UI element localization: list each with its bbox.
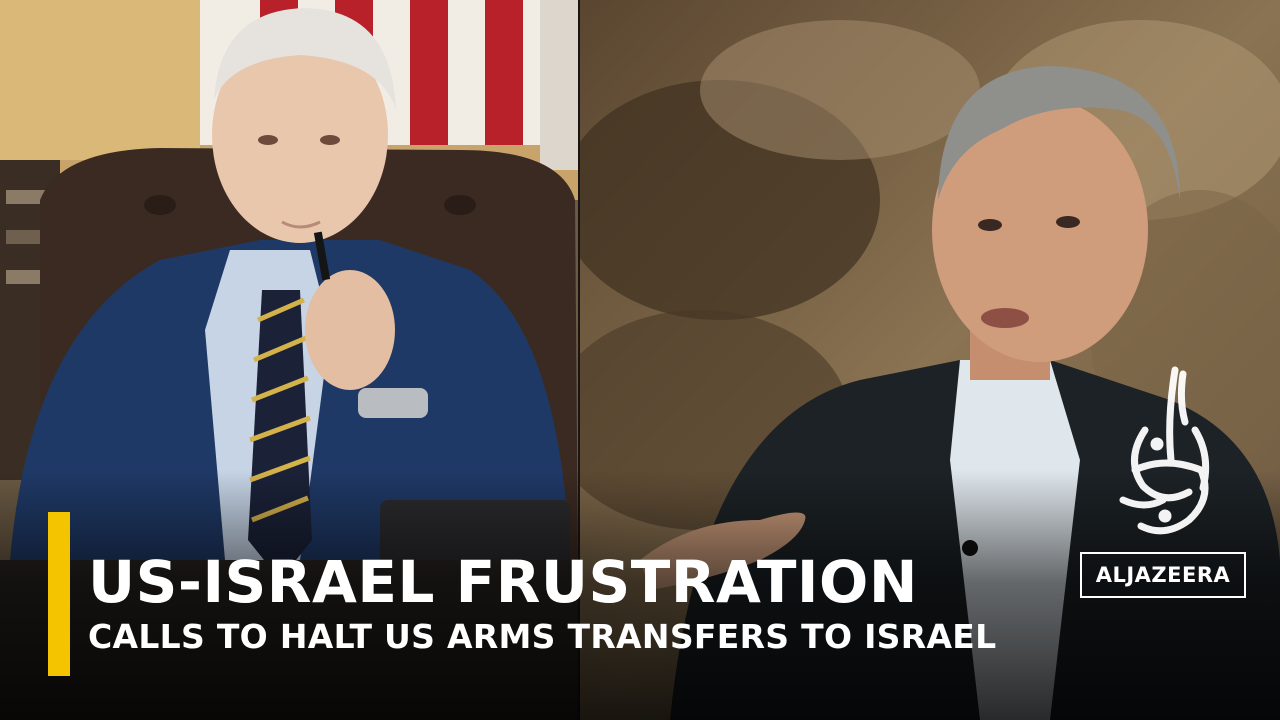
wordmark-text: ALJAZEERA [1095,563,1231,587]
caption-headline: US-ISRAEL FRUSTRATION [88,548,918,616]
caption-accent-bar [48,512,70,676]
video-frame: US-ISRAEL FRUSTRATION CALLS TO HALT US A… [0,0,1280,720]
al-jazeera-calligraphy-logo-icon [1119,366,1210,535]
caption-subheadline: CALLS TO HALT US ARMS TRANSFERS TO ISRAE… [88,617,997,656]
al-jazeera-wordmark: ALJAZEERA [1080,552,1246,598]
